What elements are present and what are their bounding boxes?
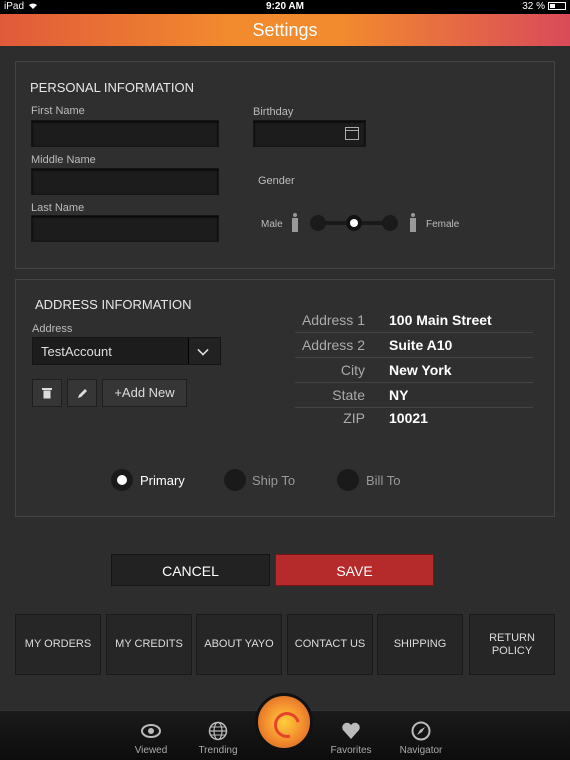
birthday-field[interactable]	[253, 120, 366, 147]
page-title: Settings	[0, 14, 570, 46]
eye-icon	[141, 724, 161, 738]
about-yayo-button[interactable]: ABOUT YAYO	[196, 614, 282, 675]
cancel-button[interactable]: CANCEL	[111, 554, 270, 586]
trash-icon	[42, 388, 52, 399]
battery-indicator: 32 %	[522, 1, 566, 12]
tab-viewed[interactable]: Viewed	[123, 721, 179, 756]
chevron-down-icon	[197, 344, 209, 356]
globe-icon	[208, 721, 228, 741]
contact-us-button[interactable]: CONTACT US	[287, 614, 373, 675]
address-section-title: ADDRESS INFORMATION	[35, 297, 192, 312]
first-name-label: First Name	[31, 105, 85, 117]
male-icon	[291, 213, 299, 233]
bill-to-radio-label[interactable]: Bill To	[366, 473, 400, 488]
gender-slider-male-stop[interactable]	[310, 215, 326, 231]
birthday-label: Birthday	[253, 106, 294, 118]
battery-icon	[548, 2, 566, 11]
tab-trending[interactable]: Trending	[190, 721, 246, 756]
compass-icon	[411, 721, 431, 741]
address-select[interactable]: TestAccount	[32, 337, 221, 365]
primary-radio-label[interactable]: Primary	[140, 473, 185, 488]
delete-address-button[interactable]	[32, 379, 62, 407]
ship-to-radio-label[interactable]: Ship To	[252, 473, 295, 488]
address-row-city: City New York	[295, 358, 533, 383]
pencil-icon	[77, 389, 87, 398]
last-name-field[interactable]	[31, 215, 219, 242]
edit-address-button[interactable]	[67, 379, 97, 407]
status-time: 9:20 AM	[266, 1, 304, 12]
address-information-panel: ADDRESS INFORMATION Address TestAccount …	[15, 279, 555, 517]
heart-icon	[342, 722, 360, 739]
tab-navigator[interactable]: Navigator	[393, 721, 449, 756]
ship-to-radio[interactable]	[224, 469, 246, 491]
gender-label: Gender	[258, 175, 295, 187]
address-dropdown-button[interactable]	[188, 338, 220, 364]
male-label: Male	[261, 219, 283, 230]
add-new-address-button[interactable]: +Add New	[102, 379, 187, 407]
personal-information-panel: PERSONAL INFORMATION First Name Middle N…	[15, 61, 555, 269]
status-bar: iPad 9:20 AM 32 %	[0, 0, 570, 14]
address-label: Address	[32, 323, 73, 335]
shipping-button[interactable]: SHIPPING	[377, 614, 463, 675]
tab-favorites-label: Favorites	[330, 745, 372, 756]
tab-favorites[interactable]: Favorites	[323, 721, 379, 756]
address-row-address-1: Address 1 100 Main Street	[295, 308, 533, 333]
my-orders-button[interactable]: MY ORDERS	[15, 614, 101, 675]
tab-trending-label: Trending	[198, 745, 238, 756]
gender-slider-thumb[interactable]	[346, 215, 362, 231]
gender-slider-female-stop[interactable]	[382, 215, 398, 231]
last-name-label: Last Name	[31, 202, 85, 214]
middle-name-field[interactable]	[31, 168, 219, 195]
address-row-state: State NY	[295, 383, 533, 408]
primary-radio[interactable]	[111, 469, 133, 491]
tab-viewed-label: Viewed	[134, 745, 168, 756]
middle-name-label: Middle Name	[31, 154, 96, 166]
tab-navigator-label: Navigator	[399, 745, 443, 756]
return-policy-button[interactable]: RETURN POLICY	[469, 614, 555, 675]
my-credits-button[interactable]: MY CREDITS	[106, 614, 192, 675]
save-button[interactable]: SAVE	[275, 554, 434, 586]
address-row-zip: ZIP 10021	[343, 410, 428, 426]
female-icon	[409, 213, 417, 233]
personal-section-title: PERSONAL INFORMATION	[30, 80, 194, 95]
first-name-field[interactable]	[31, 120, 219, 147]
female-label: Female	[426, 219, 460, 230]
address-row-address-2: Address 2 Suite A10	[295, 333, 533, 358]
calendar-icon[interactable]	[345, 127, 359, 140]
address-select-value: TestAccount	[41, 344, 112, 359]
yayo-logo-button[interactable]	[255, 693, 313, 751]
bill-to-radio[interactable]	[337, 469, 359, 491]
